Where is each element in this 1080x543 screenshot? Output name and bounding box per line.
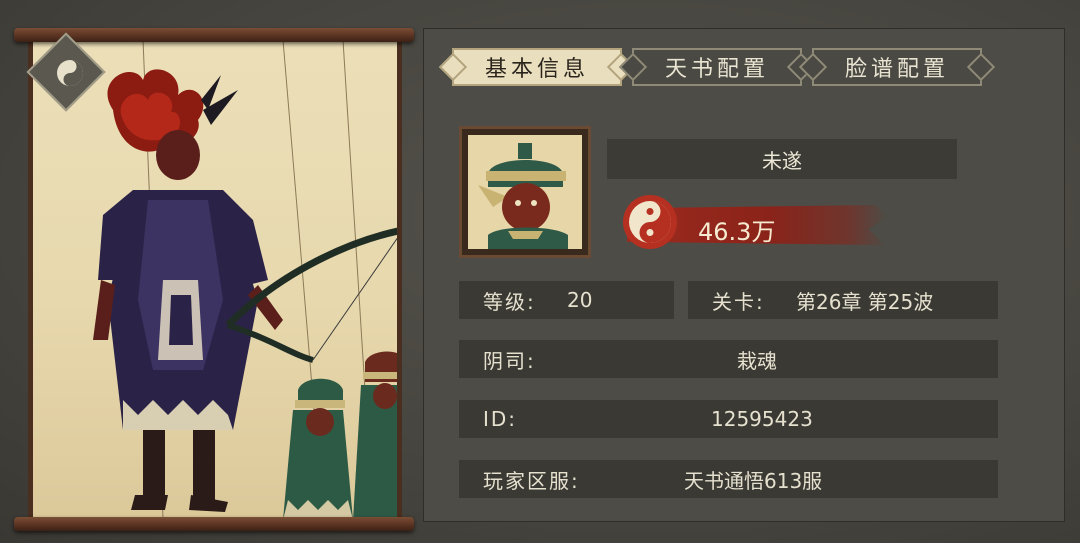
tab-label: 天书配置 xyxy=(664,57,769,82)
yinsi-label: 阴司: xyxy=(483,348,536,373)
yinsi-row: 阴司: 栽魂 xyxy=(459,340,998,378)
yinsi-value: 栽魂 xyxy=(737,348,777,373)
avatar[interactable] xyxy=(459,126,591,258)
character-artwork xyxy=(28,40,402,518)
character-name: 未遂 xyxy=(607,139,957,179)
level-value: 20 xyxy=(567,288,593,312)
server-label: 玩家区服: xyxy=(483,468,580,493)
power-value: 46.3万 xyxy=(698,218,776,246)
stage-value: 第26章 第25波 xyxy=(796,289,934,314)
level-label: 等级: xyxy=(483,289,536,314)
shadow-puppet-figure xyxy=(93,40,397,518)
info-panel: 基本信息 天书配置 脸谱配置 未遂 46.3万 等级: 20 关卡: 第26章 … xyxy=(423,28,1065,522)
tab-tianshu-config[interactable]: 天书配置 xyxy=(632,48,802,86)
yin-yang-icon xyxy=(57,60,83,86)
level-row: 等级: 20 xyxy=(459,281,674,319)
avatar-portrait-art xyxy=(468,135,582,249)
tab-label: 基本信息 xyxy=(484,57,589,82)
yin-yang-swirl-icon xyxy=(623,195,677,249)
server-row: 玩家区服: 天书通悟613服 xyxy=(459,460,998,498)
id-label: ID: xyxy=(483,407,518,431)
tab-basic-info[interactable]: 基本信息 xyxy=(452,48,622,86)
tab-label: 脸谱配置 xyxy=(844,57,949,82)
stage-label: 关卡: xyxy=(712,289,765,314)
server-value: 天书通悟613服 xyxy=(684,468,823,493)
id-value: 12595423 xyxy=(711,407,813,431)
character-name-text: 未遂 xyxy=(762,148,802,173)
tab-mask-config[interactable]: 脸谱配置 xyxy=(812,48,982,86)
scroll-bottom-rod xyxy=(14,517,414,531)
id-row: ID: 12595423 xyxy=(459,400,998,438)
stage-row: 关卡: 第26章 第25波 xyxy=(688,281,998,319)
